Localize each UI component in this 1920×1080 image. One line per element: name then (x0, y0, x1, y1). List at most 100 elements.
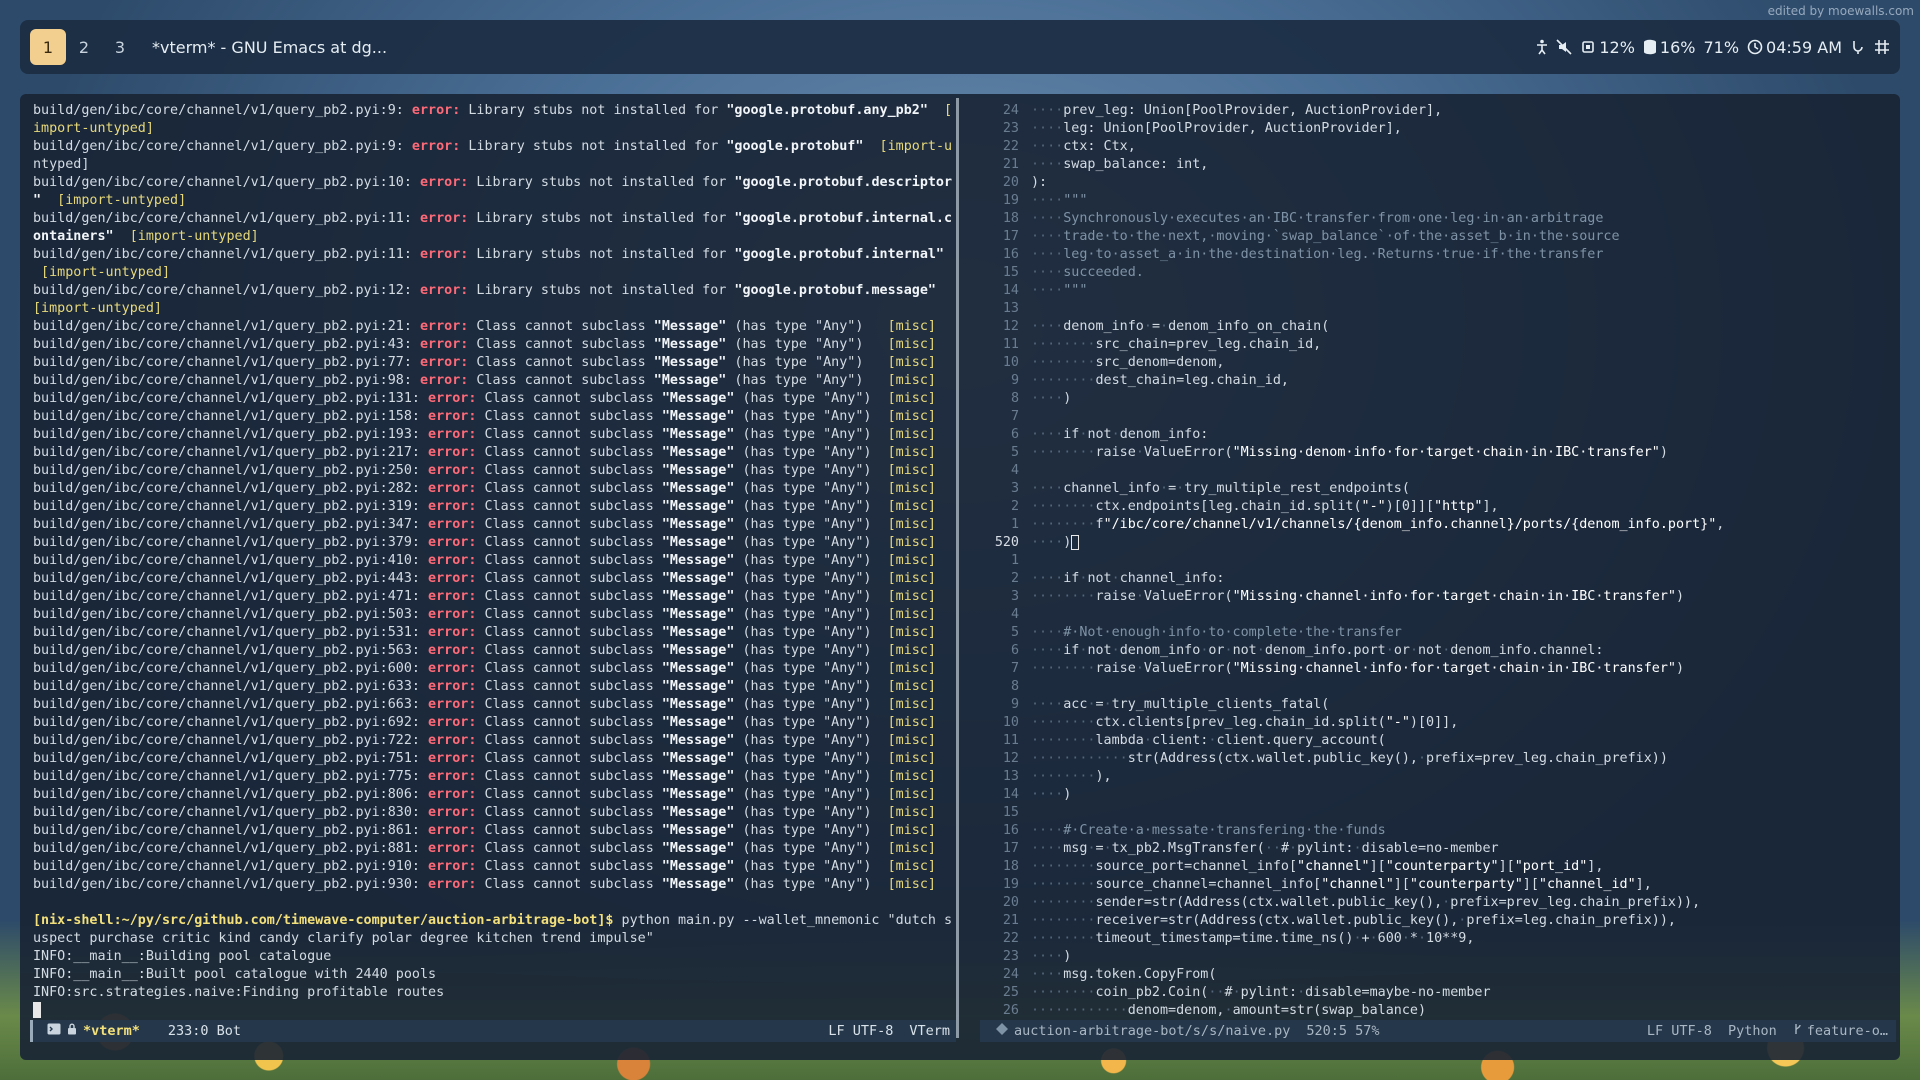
info-line: INFO:src.strategies.naive:Finding profit… (33, 984, 970, 1002)
window-divider[interactable] (956, 98, 959, 1038)
encoding[interactable]: LF UTF-8 (828, 1023, 893, 1039)
code-line[interactable]: 24 ····prev_leg: Union[PoolProvider, Auct… (983, 102, 1896, 120)
text-span: Class cannot subclass (476, 679, 662, 694)
code-line[interactable]: 7 (983, 408, 1896, 426)
code-line[interactable]: 520 ····) (983, 534, 1896, 552)
git-branch[interactable]: feature-o… (1803, 1023, 1896, 1039)
buffer-name[interactable]: *vterm* (83, 1023, 140, 1039)
code-line[interactable]: 7 ········raise·ValueError("Missing·chann… (983, 660, 1896, 678)
code-token: ][ (1369, 859, 1386, 874)
workspace-2[interactable]: 2 (66, 29, 102, 65)
code-line[interactable]: 15 ····succeeded. (983, 264, 1896, 282)
code-line[interactable]: 16 ····leg·to·asset_a·in·the·destination·… (983, 246, 1896, 264)
settings-icon[interactable] (1874, 39, 1890, 55)
code-line[interactable]: 16 ····#·Create·a·messate·transfering·the… (983, 822, 1896, 840)
code-line[interactable]: 11 ········src_chain=prev_leg.chain_id, (983, 336, 1896, 354)
workspace-3[interactable]: 3 (102, 29, 138, 65)
code-line[interactable]: 6 ····if·not·denom_info: (983, 426, 1896, 444)
code-line[interactable]: 25 ········coin_pb2.Coin(··#·pylint:·disa… (983, 984, 1896, 1002)
code-line[interactable]: 18 ········source_port=channel_info["chan… (983, 858, 1896, 876)
code-line[interactable]: 17 ····trade·to·the·next,·moving·`swap_ba… (983, 228, 1896, 246)
code-line[interactable]: 4 (983, 462, 1896, 480)
code-line[interactable]: 15 (983, 804, 1896, 822)
code-line[interactable]: 9 ····acc·=·try_multiple_clients_fatal( (983, 696, 1896, 714)
mute-icon[interactable] (1556, 39, 1572, 55)
text-span: "Message" (661, 823, 735, 838)
text-span: "Message" (661, 499, 735, 514)
editor-major-mode[interactable]: Python (1728, 1023, 1777, 1039)
code-line[interactable]: 3 ····channel_info·=·try_multiple_rest_en… (983, 480, 1896, 498)
whitespace-marker: · (1143, 319, 1152, 334)
file-path[interactable]: auction-arbitrage-bot/s/s/naive.py (1014, 1023, 1290, 1039)
code-line[interactable]: 13 (983, 300, 1896, 318)
code-line[interactable]: 9 ········dest_chain=leg.chain_id, (983, 372, 1896, 390)
code-line[interactable]: 22 ····ctx: Ctx, (983, 138, 1896, 156)
watermark: edited by moewalls.com (1767, 4, 1914, 18)
code-line[interactable]: 5 ········raise·ValueError("Missing·denom… (983, 444, 1896, 462)
code-text: ····channel_info·=·try_multiple_rest_end… (1031, 480, 1410, 498)
accessibility-icon[interactable] (1536, 39, 1548, 55)
code-editor-pane[interactable]: 24 ····prev_leg: Union[PoolProvider, Auct… (980, 98, 1896, 1060)
code-line[interactable]: 20 ········sender=str(Address(ctx.wallet.… (983, 894, 1896, 912)
code-line[interactable]: 18 ····Synchronously·executes·an·IBC·tran… (983, 210, 1896, 228)
line-number: 21 (1002, 913, 1019, 928)
line-number: 9 (1010, 697, 1019, 712)
editor-encoding[interactable]: LF UTF-8 (1647, 1023, 1712, 1039)
text-span: (has type "Any") (734, 517, 888, 532)
code-line[interactable]: 14 ····) (983, 786, 1896, 804)
network-icon[interactable] (1850, 39, 1866, 55)
code-line[interactable]: 11 ········lambda·client:·client.query_ac… (983, 732, 1896, 750)
code-line[interactable]: 12 ············str(Address(ctx.wallet.pub… (983, 750, 1896, 768)
code-line[interactable]: 14 ····""" (983, 282, 1896, 300)
error-line: build/gen/ibc/core/channel/v1/query_pb2.… (33, 498, 970, 516)
code-line[interactable]: 8 ····) (983, 390, 1896, 408)
code-line[interactable]: 2 ····if·not·channel_info: (983, 570, 1896, 588)
code-line[interactable]: 1 (983, 552, 1896, 570)
workspace-1[interactable]: 1 (30, 29, 66, 65)
text-span: "Message" (661, 805, 735, 820)
code-line[interactable]: 21 ····swap_balance: int, (983, 156, 1896, 174)
code-line[interactable]: 24 ····msg.token.CopyFrom( (983, 966, 1896, 984)
text-span: Class cannot subclass (476, 409, 662, 424)
text-span: "Message" (661, 607, 735, 622)
code-line[interactable]: 6 ····if·not·denom_info·or·not·denom_info… (983, 642, 1896, 660)
code-text: ········raise·ValueError("Missing·channe… (1031, 660, 1684, 678)
code-line[interactable]: 10 ········src_denom=denom, (983, 354, 1896, 372)
code-line[interactable]: 19 ········source_channel=channel_info["c… (983, 876, 1896, 894)
text-span: Library stubs not installed for (460, 139, 727, 154)
code-line[interactable]: 26 ············denom=denom,·amount=str(sw… (983, 1002, 1896, 1020)
code-line[interactable]: 20): (983, 174, 1896, 192)
code-line[interactable]: 21 ········receiver=str(Address(ctx.walle… (983, 912, 1896, 930)
code-line[interactable]: 8 (983, 678, 1896, 696)
terminal-output: build/gen/ibc/core/channel/v1/query_pb2.… (30, 98, 970, 1020)
emacs-frame: build/gen/ibc/core/channel/v1/query_pb2.… (20, 94, 1900, 1060)
code-line[interactable]: 2 ········ctx.endpoints[leg.chain_id.spli… (983, 498, 1896, 516)
text-span: error: (411, 139, 461, 154)
major-mode[interactable]: VTerm (909, 1023, 956, 1039)
code-line[interactable]: 23 ····leg: Union[PoolProvider, AuctionPr… (983, 120, 1896, 138)
code-line[interactable]: 1 ········f"/ibc/core/channel/v1/channels… (983, 516, 1896, 534)
error-label: error: (428, 607, 477, 622)
code-line[interactable]: 19 ····""" (983, 192, 1896, 210)
error-line: build/gen/ibc/core/channel/v1/query_pb2.… (33, 678, 970, 696)
text-span: (has type "Any") (734, 499, 888, 514)
whitespace-marker: · (1417, 931, 1427, 946)
vterm-pane[interactable]: build/gen/ibc/core/channel/v1/query_pb2.… (30, 98, 970, 1060)
code-line[interactable]: 17 ····msg·=·tx_pb2.MsgTransfer(··#·pylin… (983, 840, 1896, 858)
terminal-line: build/gen/ibc/core/channel/v1/query_pb2.… (33, 138, 970, 156)
whitespace-marker: · (1111, 427, 1120, 442)
text-span: build/gen/ibc/core/channel/v1/query_pb2.… (33, 175, 420, 190)
code-line[interactable]: 5 ····#·Not·enough·info·to·complete·the·t… (983, 624, 1896, 642)
code-line[interactable]: 22 ········timeout_timestamp=time.time_ns… (983, 930, 1896, 948)
code-line[interactable]: 3 ········raise·ValueError("Missing·chann… (983, 588, 1896, 606)
code-token: * (1409, 931, 1418, 946)
code-line[interactable]: 23 ····) (983, 948, 1896, 966)
code-line[interactable]: 4 (983, 606, 1896, 624)
system-tray: 12% 16% 71% 04:59 AM (1536, 38, 1890, 57)
text-span: "Message" (661, 841, 735, 856)
code-line[interactable]: 10 ········ctx.clients[prev_leg.chain_id.… (983, 714, 1896, 732)
code-token: )[0]][ (1385, 499, 1435, 514)
text-span: Class cannot subclass (476, 571, 662, 586)
code-line[interactable]: 13 ········), (983, 768, 1896, 786)
code-line[interactable]: 12 ····denom_info·=·denom_info_on_chain( (983, 318, 1896, 336)
